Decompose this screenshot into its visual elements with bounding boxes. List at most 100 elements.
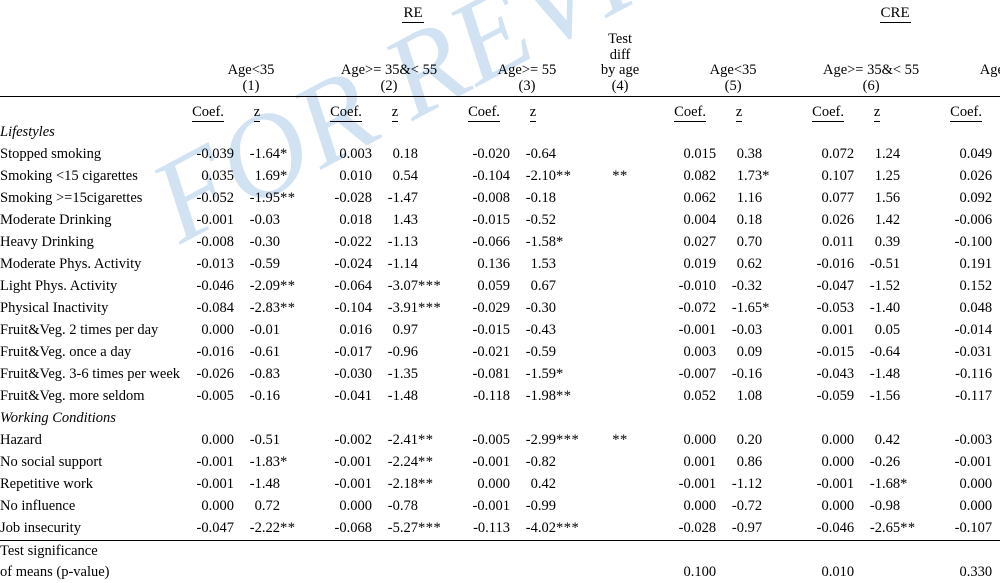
cell-c2: -0.028 <box>334 190 372 206</box>
footer-pad-15 <box>992 562 1000 583</box>
cell-s3 <box>556 253 596 275</box>
cell-z1: -0.01 <box>249 322 280 338</box>
cell-z3: -0.99 <box>525 498 556 514</box>
cell-z6: 1.42 <box>874 212 901 228</box>
cell-z1: -0.83 <box>249 366 280 382</box>
cell-z7: 0.13 <box>992 473 1000 495</box>
row-gap <box>644 517 664 539</box>
cell-s1: ** <box>280 190 296 206</box>
cell-t4 <box>596 209 644 231</box>
cell-z6: 1.25 <box>874 168 901 184</box>
subheader-star-2 <box>418 97 458 122</box>
cell-t4: ** <box>612 168 628 184</box>
cell-c6: 0.000 <box>821 498 855 514</box>
cell-c5: -0.072 <box>678 300 717 316</box>
cell-c7: 0.026 <box>959 168 993 184</box>
cell-z6: -0.51 <box>869 256 901 272</box>
cell-z1: -0.61 <box>249 344 280 360</box>
table-row: Smoking <15 cigarettes 0.035 1.69 * 0.010 0.5… <box>0 165 1000 187</box>
cell-c6: 0.026 <box>821 212 855 228</box>
row-gap <box>644 451 664 473</box>
cell-z2: -1.14 <box>387 256 418 272</box>
cell-c2: -0.041 <box>334 388 372 404</box>
section-heading-label: Working Conditions <box>0 410 116 426</box>
cell-t4 <box>596 143 644 165</box>
cell-s6 <box>900 385 940 407</box>
cell-z5: -0.32 <box>731 278 763 294</box>
cell-z5: 1.73 <box>736 168 763 184</box>
row-label: Moderate Phys. Activity <box>0 256 142 272</box>
cell-z7: -0.33 <box>992 319 1000 341</box>
cell-c5: -0.001 <box>678 476 717 492</box>
cell-z6: -1.56 <box>869 388 901 404</box>
cell-s3 <box>556 495 596 517</box>
column-header-3-title: Age>= 55 <box>497 62 557 78</box>
cell-z1: 1.69 <box>254 168 280 184</box>
table-row: Moderate Phys. Activity -0.013 -0.59 -0.024… <box>0 253 1000 275</box>
cell-c6: -0.043 <box>816 366 855 382</box>
cell-s1 <box>280 253 320 275</box>
cell-c1: 0.000 <box>201 498 234 514</box>
cell-s5: * <box>762 168 770 184</box>
cell-z2: -0.78 <box>387 498 418 514</box>
cell-c5: -0.028 <box>678 520 717 536</box>
column-header-7-title: Age>= 55 <box>979 62 1000 78</box>
cell-s2 <box>418 363 458 385</box>
row-gap <box>644 473 664 495</box>
cell-c1: -0.008 <box>196 234 234 250</box>
cell-z6: -2.65 <box>869 520 901 536</box>
cell-c7: 0.092 <box>959 190 993 206</box>
cell-s3 <box>556 187 596 209</box>
table-row: Repetitive work -0.001 -1.48 -0.001 -2.18 ** 0… <box>0 473 1000 495</box>
cell-c7: -0.031 <box>954 344 993 360</box>
cell-z5: 0.62 <box>736 256 763 272</box>
subheader-star-6 <box>900 97 940 122</box>
cell-c6: -0.046 <box>816 520 855 536</box>
cell-z3: -1.58 <box>525 234 556 250</box>
table-row: No influence 0.000 0.72 0.000 -0.78 -0.001 -0.… <box>0 495 1000 517</box>
cell-s2: ** <box>418 454 434 470</box>
cell-z2: -3.91 <box>387 300 418 316</box>
cell-z5: 0.70 <box>736 234 763 250</box>
cell-z7: -0.72 <box>992 341 1000 363</box>
cell-z5: 0.18 <box>736 212 763 228</box>
cell-z1: -1.48 <box>249 476 280 492</box>
cell-s3 <box>556 451 596 473</box>
cell-z3: -0.18 <box>525 190 556 206</box>
column-header-1: Age<35 (1) <box>182 22 320 94</box>
cell-z7: -1.84 <box>992 231 1000 253</box>
group-title-re: RE <box>402 5 424 23</box>
cell-s1: * <box>280 146 288 162</box>
cell-z5: 0.38 <box>736 146 763 162</box>
cell-s6 <box>900 209 940 231</box>
cell-z6: -1.68 <box>869 476 901 492</box>
cell-c1: -0.084 <box>196 300 234 316</box>
column-header-row: Age<35 (1) Age>= 35&< 55 (2) Age>= 55 (3… <box>0 22 1000 94</box>
cell-c2: -0.064 <box>334 278 372 294</box>
row-label: Fruit&Veg. 2 times per day <box>0 322 159 338</box>
cell-z3: -0.82 <box>525 454 556 470</box>
column-header-2-title: Age>= 35&< 55 <box>340 62 438 78</box>
cell-c6: -0.047 <box>816 278 855 294</box>
table-row: Fruit&Veg. 3-6 times per week -0.026 -0.83… <box>0 363 1000 385</box>
row-label: Physical Inactivity <box>0 300 109 316</box>
cell-c1: -0.001 <box>196 476 234 492</box>
row-label: Repetitive work <box>0 476 94 492</box>
table-body: Lifestyles Stopped smoking -0.039 -1.64 * 0.0… <box>0 121 1000 539</box>
cell-z2: -5.27 <box>387 520 418 536</box>
cell-c7: 0.049 <box>959 146 993 162</box>
cell-c2: -0.024 <box>334 256 372 272</box>
cell-t4: ** <box>612 432 628 448</box>
cell-c7: -0.116 <box>955 366 993 382</box>
cell-c6: 0.077 <box>821 190 855 206</box>
cell-s6 <box>900 363 940 385</box>
row-gap <box>644 319 664 341</box>
cell-s2: *** <box>418 278 442 294</box>
cell-z7: 1.25 <box>992 187 1000 209</box>
cell-c7: 0.048 <box>959 300 993 316</box>
cell-s2 <box>418 385 458 407</box>
cell-z6: 1.24 <box>874 146 901 162</box>
row-gap <box>644 429 664 451</box>
footer-pad-gap <box>644 562 664 583</box>
cell-s6: ** <box>900 520 916 536</box>
